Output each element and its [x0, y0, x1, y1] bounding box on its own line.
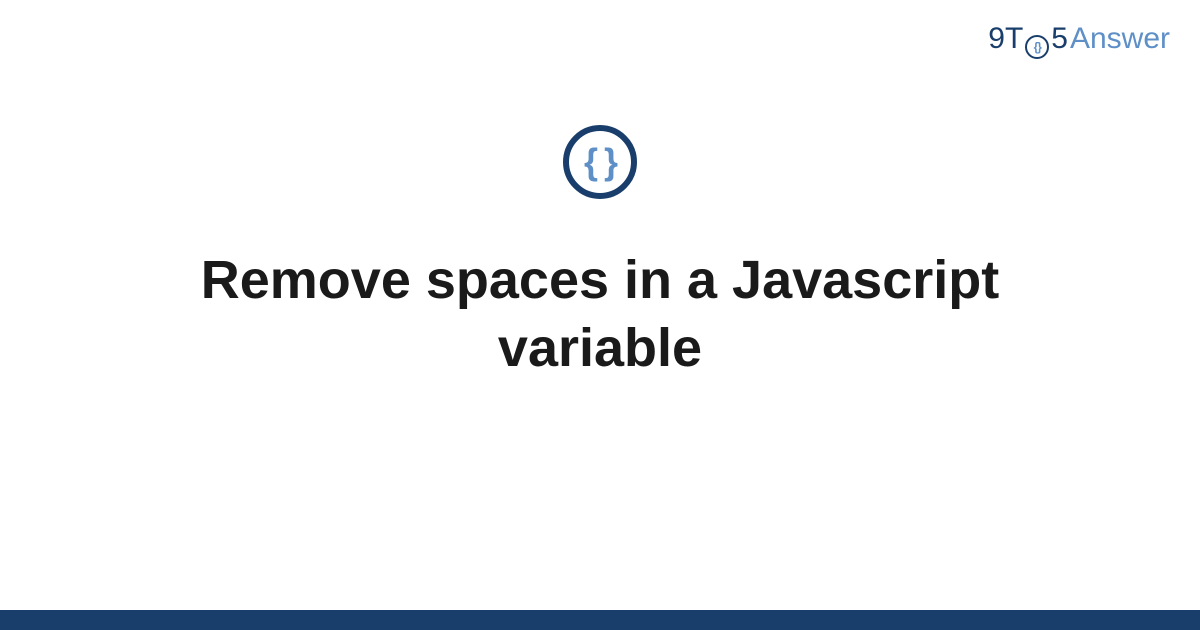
- logo-braces-icon: {}: [1034, 40, 1041, 54]
- braces-icon: { }: [584, 141, 616, 183]
- logo-text-five: 5: [1051, 22, 1068, 56]
- logo-text-nine: 9: [988, 22, 1005, 56]
- footer-accent-bar: [0, 610, 1200, 630]
- page-title: Remove spaces in a Javascript variable: [100, 247, 1100, 382]
- logo-text-t: T: [1005, 22, 1023, 56]
- main-content: { } Remove spaces in a Javascript variab…: [0, 125, 1200, 382]
- category-code-icon: { }: [563, 125, 637, 199]
- logo-text-answer: Answer: [1070, 22, 1170, 56]
- logo-circle-icon: {}: [1025, 35, 1049, 59]
- site-logo: 9 T {} 5 Answer: [988, 22, 1170, 56]
